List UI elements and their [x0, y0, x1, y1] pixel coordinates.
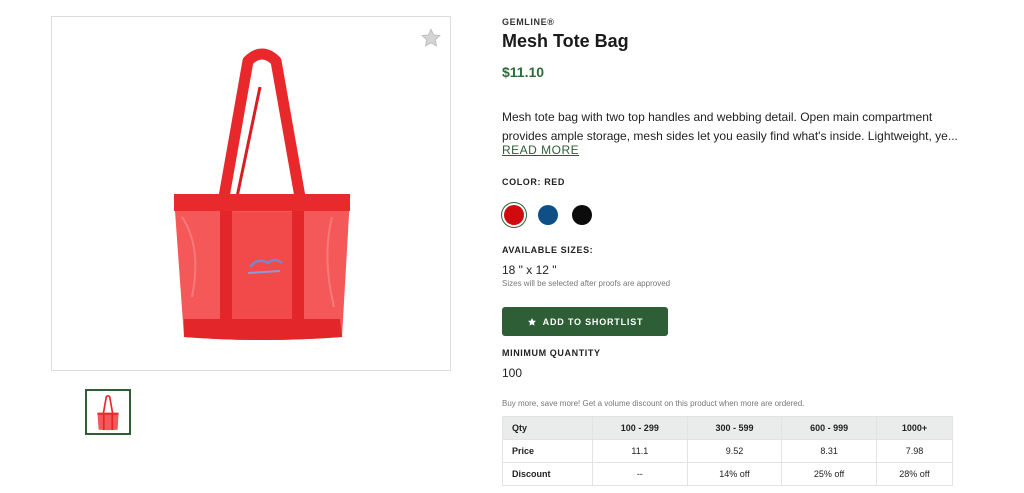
- table-cell: 14% off: [686, 462, 783, 486]
- pricing-table: Qty 100 - 299 300 - 599 600 - 999 1000+ …: [502, 416, 954, 486]
- pricing-header-row: Qty 100 - 299 300 - 599 600 - 999 1000+: [502, 416, 954, 440]
- color-swatch-black[interactable]: [572, 205, 592, 225]
- table-cell: 7.98: [875, 439, 954, 463]
- table-cell: Price: [502, 439, 593, 463]
- table-cell: --: [592, 462, 688, 486]
- description-line: Mesh tote bag with two top handles and w…: [502, 110, 933, 124]
- product-thumbnail[interactable]: [85, 389, 131, 435]
- table-row: Discount -- 14% off 25% off 28% off: [502, 462, 954, 486]
- minimum-quantity-label: MINIMUM QUANTITY: [502, 348, 601, 358]
- product-main-image: [51, 16, 451, 371]
- table-header-cell: Qty: [502, 416, 593, 440]
- table-cell: 9.52: [686, 439, 783, 463]
- read-more-link[interactable]: READ MORE: [502, 143, 579, 157]
- product-title: Mesh Tote Bag: [502, 31, 629, 51]
- size-value: 18 " x 12 ": [502, 263, 557, 277]
- color-swatch-red[interactable]: [504, 205, 524, 225]
- thumbnail-bag-image: [97, 395, 119, 431]
- favorite-star-icon[interactable]: [420, 27, 442, 49]
- minimum-quantity-value: 100: [502, 366, 523, 380]
- add-to-shortlist-button[interactable]: ADD TO SHORTLIST: [502, 307, 668, 336]
- tote-bag-image: [174, 48, 350, 340]
- color-label: COLOR: RED: [502, 177, 565, 187]
- table-header-cell: 300 - 599: [686, 416, 783, 440]
- table-header-cell: 100 - 299: [592, 416, 688, 440]
- table-cell: 25% off: [781, 462, 877, 486]
- brand-name: GEMLINE®: [502, 17, 555, 27]
- table-cell: 28% off: [875, 462, 954, 486]
- available-sizes-label: AVAILABLE SIZES:: [502, 245, 594, 255]
- product-price: $11.10: [502, 64, 545, 80]
- table-cell: 11.1: [592, 439, 688, 463]
- add-to-shortlist-label: ADD TO SHORTLIST: [542, 316, 644, 327]
- star-icon: [527, 317, 536, 326]
- table-header-cell: 1000+: [875, 416, 954, 440]
- color-swatch-blue[interactable]: [538, 205, 558, 225]
- table-cell: 8.31: [781, 439, 877, 463]
- product-description: Mesh tote bag with two top handles and w…: [502, 108, 957, 146]
- table-header-cell: 600 - 999: [781, 416, 877, 440]
- table-cell: Discount: [502, 462, 593, 486]
- size-note: Sizes will be selected after proofs are …: [502, 279, 671, 288]
- table-row: Price 11.1 9.52 8.31 7.98: [502, 439, 954, 463]
- volume-discount-note: Buy more, save more! Get a volume discou…: [502, 399, 805, 408]
